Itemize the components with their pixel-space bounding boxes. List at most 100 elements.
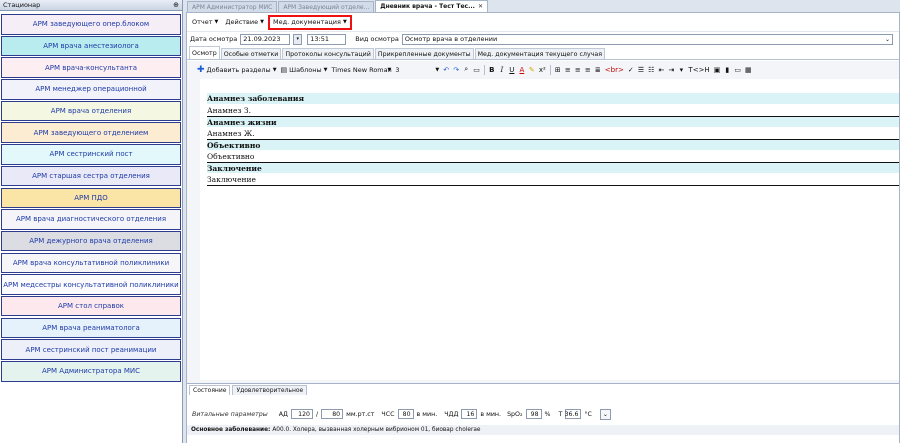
font-name-select[interactable]: Times New Roman — [332, 66, 392, 74]
section-title-anamnesis-disease[interactable]: Анамнез заболевания — [207, 93, 899, 104]
tab-document-4[interactable]: Мед. документация текущего случая — [474, 48, 606, 59]
editor-area: ✚ Добавить разделы ▼ ▤ Шаблоны ▼ Times N… — [187, 61, 899, 383]
sidebar-item-arm[interactable]: АРМ менеджер операционной — [1, 79, 181, 100]
sidebar-item-arm[interactable]: АРМ сестринский пост — [1, 144, 181, 165]
bp-systolic-input[interactable]: 120 — [290, 409, 313, 419]
add-sections-button[interactable]: ✚ Добавить разделы ▼ — [197, 65, 277, 75]
grid-icon[interactable]: ▦ — [745, 66, 752, 74]
close-icon[interactable]: ✕ — [478, 3, 483, 10]
exam-type-select[interactable]: Осмотр врача в отделении ⌄ — [401, 33, 893, 45]
window-tab-admin[interactable]: АРМ Администратор МИС — [187, 1, 278, 12]
redo-icon[interactable]: ↷ — [453, 66, 459, 74]
undo-icon[interactable]: ↶ — [443, 66, 449, 74]
sidebar-item-arm[interactable]: АРМ старшая сестра отделения — [1, 165, 181, 187]
chevron-down-icon: ▼ — [323, 66, 328, 73]
section-body-conclusion[interactable]: Заключение — [207, 173, 899, 185]
tab-document-2[interactable]: Протоколы консультаций — [282, 48, 374, 59]
italic-icon[interactable]: I — [499, 66, 505, 74]
section-title-objective[interactable]: Объективно — [207, 139, 899, 150]
bp-slash: / — [315, 410, 319, 418]
sidebar-item-arm[interactable]: АРМ медсестры консультативной поликлиник… — [1, 274, 181, 295]
font-color-icon[interactable]: A — [519, 66, 525, 74]
window-tab-doctor-diary[interactable]: Дневник врача - Тест Тес... ✕ — [375, 0, 488, 12]
tab-satisfactory[interactable]: Удовлетворительное — [232, 385, 308, 395]
arm-sidebar: Стационар ⊕ АРМ заведующего опер.блоком А… — [0, 0, 183, 443]
rr-unit: в мин. — [480, 410, 502, 418]
font-size-select[interactable]: 3 — [395, 66, 431, 74]
bullet-list-icon[interactable]: ☰ — [638, 66, 644, 74]
underline-icon[interactable]: U — [509, 66, 515, 74]
text-direction-icon[interactable]: T<>H — [688, 66, 709, 74]
document-page[interactable]: Анамнез заболевания Анамнез З. Анамнез ж… — [200, 79, 899, 380]
tab-condition[interactable]: Состояние — [189, 385, 231, 395]
calendar-icon[interactable]: ▾ — [293, 33, 303, 45]
tab-document-3[interactable]: Прикрепленные документы — [374, 48, 474, 59]
sidebar-item-arm[interactable]: АРМ заведующего опер.блоком — [1, 14, 181, 35]
temp-unit: °С — [584, 410, 592, 418]
sidebar-item-arm[interactable]: АРМ Администратора МИС — [1, 361, 181, 382]
bp-diastolic-input[interactable]: 80 — [321, 409, 344, 419]
outdent-icon[interactable]: ⇤ — [658, 66, 664, 74]
exam-time-input[interactable]: 13:51 — [307, 33, 347, 45]
menu-action[interactable]: Действие ▼ — [222, 15, 267, 30]
sidebar-item-arm[interactable]: АРМ врача анестезиолога — [1, 35, 181, 57]
indent-icon[interactable]: ⇥ — [668, 66, 674, 74]
section-body-anamnesis-life[interactable]: Анамнез Ж. — [207, 127, 899, 139]
diagnosis-value: A00.0. Холера, вызванная холерным вибрио… — [272, 427, 481, 433]
bold-icon[interactable]: B — [489, 66, 495, 74]
sidebar-item-arm[interactable]: АРМ ПДО — [1, 187, 181, 208]
bp-unit: мм.рт.ст — [346, 410, 375, 418]
align-justify-icon[interactable]: ≣ — [595, 66, 601, 74]
sidebar-item-arm[interactable]: АРМ врача-консультанта — [1, 57, 181, 78]
exam-date-input[interactable]: 21.09.2023 — [240, 33, 291, 45]
spo2-unit: % — [544, 410, 551, 418]
align-right-icon[interactable]: ≡ — [585, 66, 591, 74]
menu-report[interactable]: Отчет ▼ — [189, 15, 221, 30]
sidebar-item-arm[interactable]: АРМ врача реаниматолога — [1, 317, 181, 339]
section-title-conclusion[interactable]: Заключение — [207, 162, 899, 173]
tab-document-0[interactable]: Осмотр — [189, 46, 220, 59]
chevron-down-icon[interactable]: ⌄ — [599, 408, 611, 420]
menu-action-label: Действие — [225, 18, 259, 26]
chevron-down-icon[interactable]: ▼ — [388, 67, 392, 73]
spellcheck-icon[interactable]: ✓ — [628, 66, 634, 74]
sidebar-item-arm[interactable]: АРМ стол справок — [1, 295, 181, 317]
hr-unit: в мин. — [416, 410, 438, 418]
exam-header-row: Дата осмотра 21.09.2023 ▾ 13:51 Вид осмо… — [187, 32, 899, 46]
sidebar-item-arm[interactable]: АРМ врача консультативной поликлиники — [1, 252, 181, 274]
section-body-anamnesis-disease[interactable]: Анамнез З. — [207, 104, 899, 116]
sidebar-item-arm[interactable]: АРМ сестринский пост реанимации — [1, 339, 181, 360]
find-icon[interactable]: ⌕ — [463, 65, 469, 74]
insert-special-icon[interactable]: ▾ — [678, 66, 684, 74]
sidebar-item-arm[interactable]: АРМ врача диагностического отделения — [1, 209, 181, 230]
section-body-objective[interactable]: Объективно — [207, 150, 899, 162]
sidebar-item-arm[interactable]: АРМ врача отделения — [1, 100, 181, 122]
window-tab-head-of-dept[interactable]: АРМ Заведующий отделе... — [278, 1, 375, 12]
hr-label: ЧСС — [381, 410, 395, 418]
sidebar-item-arm[interactable]: АРМ дежурного врача отделения — [1, 230, 181, 252]
align-center-icon[interactable]: ≡ — [575, 66, 581, 74]
menu-med-docs[interactable]: Мед. документация ▼ — [267, 14, 352, 30]
chevron-down-icon[interactable]: ▼ — [435, 67, 439, 73]
table-insert-icon[interactable]: ⊞ — [555, 66, 561, 74]
rr-input[interactable]: 16 — [461, 409, 478, 419]
paste-icon[interactable]: ▭ — [473, 66, 480, 74]
highlight-icon[interactable]: ✎ — [529, 66, 535, 74]
temp-input[interactable]: 36.6 — [565, 409, 582, 419]
tab-document-1[interactable]: Особые отметки — [220, 48, 282, 59]
hr-input[interactable]: 80 — [397, 409, 414, 419]
page-break-icon[interactable]: ▮ — [724, 66, 730, 74]
html-tag-icon[interactable]: <br> — [605, 66, 624, 74]
sidebar-title: Стационар — [3, 1, 41, 9]
spo2-input[interactable]: 98 — [525, 409, 542, 419]
pin-icon[interactable]: ⊕ — [173, 1, 179, 9]
superscript-icon[interactable]: x² — [539, 66, 546, 74]
templates-button[interactable]: ▤ Шаблоны ▼ — [281, 66, 328, 74]
sidebar-item-arm[interactable]: АРМ заведующего отделением — [1, 122, 181, 143]
font-size-value: 3 — [395, 65, 400, 74]
section-title-anamnesis-life[interactable]: Анамнез жизни — [207, 116, 899, 127]
align-left-icon[interactable]: ≡ — [565, 66, 571, 74]
frame-icon[interactable]: ▭ — [734, 66, 741, 74]
numbered-list-icon[interactable]: ☷ — [648, 66, 654, 74]
document-icon[interactable]: ▣ — [714, 66, 721, 74]
